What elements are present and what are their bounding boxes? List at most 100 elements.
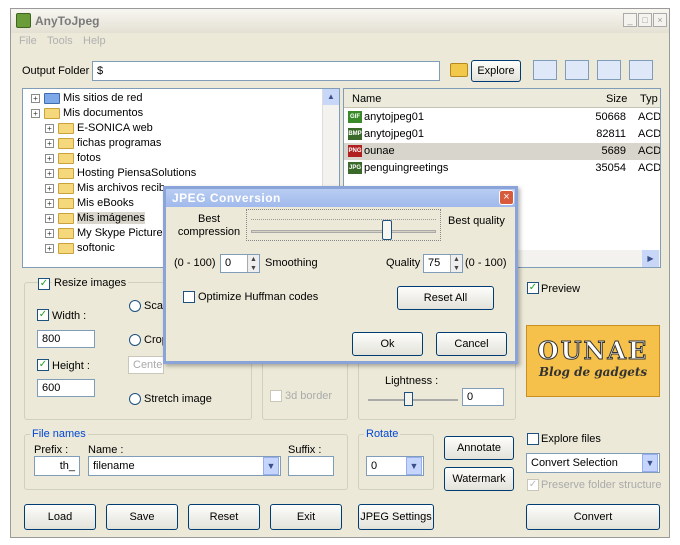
rotate-label: Rotate xyxy=(364,428,401,440)
width-checkbox[interactable]: ✓ xyxy=(37,309,49,321)
quality-slider[interactable] xyxy=(246,209,441,241)
expand-icon[interactable]: + xyxy=(45,168,54,178)
prefix-label: Prefix : xyxy=(34,444,69,456)
lightness-input[interactable]: 0 xyxy=(462,388,504,406)
expand-icon[interactable]: + xyxy=(45,153,54,163)
expand-icon[interactable]: + xyxy=(45,183,54,193)
quality-spinner-icon[interactable]: ▲ ▼ xyxy=(450,255,462,272)
output-folder-input[interactable]: $ xyxy=(92,61,440,81)
watermark-button[interactable]: Watermark xyxy=(444,467,514,491)
column-size[interactable]: Size xyxy=(606,93,627,105)
rotate-dropdown-icon[interactable]: ▼ xyxy=(406,457,422,475)
convert-selection-select[interactable]: Convert Selection ▼ xyxy=(526,453,660,473)
border-group xyxy=(262,358,348,420)
tree-item-label: Mis archivos recib xyxy=(77,182,166,194)
preview-checkbox[interactable]: ✓ xyxy=(527,282,539,294)
expand-icon[interactable]: + xyxy=(45,228,54,238)
suffix-input[interactable] xyxy=(288,456,334,476)
convert-selection-value: Convert Selection xyxy=(531,457,618,469)
column-name[interactable]: Name xyxy=(352,93,381,105)
ok-button[interactable]: Ok xyxy=(352,332,423,356)
tree-item[interactable]: + Mis sitios de red xyxy=(31,91,196,106)
explore-files-checkbox[interactable] xyxy=(527,433,539,445)
scale-radio[interactable] xyxy=(129,300,141,312)
tree-item[interactable]: + fichas programas xyxy=(31,136,196,151)
view-thumbnails-icon[interactable] xyxy=(629,60,653,80)
view-list-icon[interactable] xyxy=(597,60,621,80)
height-input[interactable]: 600 xyxy=(37,379,95,397)
file-row[interactable]: PNG ounae 5689 ACD xyxy=(344,143,660,160)
tree-item[interactable]: + Mis documentos xyxy=(31,106,196,121)
maximize-icon[interactable]: □ xyxy=(638,13,652,27)
scroll-up-icon[interactable]: ▲ xyxy=(323,89,339,105)
lightness-slider-thumb[interactable] xyxy=(404,392,413,406)
dialog-close-icon[interactable]: × xyxy=(499,190,514,205)
lightness-slider[interactable] xyxy=(368,392,458,408)
view-details-icon[interactable] xyxy=(565,60,589,80)
load-button[interactable]: Load xyxy=(24,504,96,530)
explore-button[interactable]: Explore xyxy=(471,60,521,82)
view-large-icons-icon[interactable] xyxy=(533,60,557,80)
expand-icon[interactable]: + xyxy=(31,93,40,103)
expand-icon[interactable]: + xyxy=(45,123,54,133)
menu-help[interactable]: Help xyxy=(83,35,106,47)
crop-radio[interactable] xyxy=(129,334,141,346)
convert-selection-dropdown-icon[interactable]: ▼ xyxy=(642,454,658,472)
tree-item-label: fichas programas xyxy=(77,137,162,149)
file-row[interactable]: JPG penguingreetings 35054 ACD xyxy=(344,160,660,177)
prefix-input[interactable]: th_ xyxy=(34,456,80,476)
width-input[interactable]: 800 xyxy=(37,330,95,348)
quality-input[interactable]: 75 ▲ ▼ xyxy=(423,254,463,273)
reset-all-button[interactable]: Reset All xyxy=(397,286,494,310)
folder-icon xyxy=(58,227,74,239)
jpeg-conversion-dialog: JPEG Conversion × Best compression Best … xyxy=(163,186,518,364)
tree-item[interactable]: + E-SONICA web xyxy=(31,121,196,136)
smoothing-input[interactable]: 0 ▲ ▼ xyxy=(220,254,260,273)
file-name: anytojpeg01 xyxy=(364,128,424,140)
expand-icon[interactable]: + xyxy=(45,138,54,148)
name-value: filename xyxy=(93,460,135,472)
exit-button[interactable]: Exit xyxy=(270,504,342,530)
crop-position-select[interactable]: Cente xyxy=(128,356,164,374)
scroll-right-icon[interactable]: ▶ xyxy=(642,250,659,267)
convert-button[interactable]: Convert xyxy=(526,504,660,530)
expand-icon[interactable]: + xyxy=(45,198,54,208)
annotate-button[interactable]: Annotate xyxy=(444,436,514,460)
cancel-button[interactable]: Cancel xyxy=(436,332,507,356)
output-folder-label: Output Folder xyxy=(22,65,90,77)
folder-open-icon[interactable] xyxy=(450,63,468,77)
menu-file[interactable]: File xyxy=(19,35,37,47)
quality-value: 75 xyxy=(428,257,441,269)
tree-item[interactable]: + Hosting PiensaSolutions xyxy=(31,166,196,181)
height-checkbox[interactable]: ✓ xyxy=(37,359,49,371)
optimize-huffman-checkbox[interactable] xyxy=(183,291,195,303)
explore-files-label: Explore files xyxy=(541,433,601,445)
save-button[interactable]: Save xyxy=(106,504,178,530)
resize-checkbox[interactable]: ✓ xyxy=(38,278,50,290)
reset-button[interactable]: Reset xyxy=(188,504,260,530)
stretch-radio[interactable] xyxy=(129,393,141,405)
file-row[interactable]: GIF anytojpeg01 50668 ACD xyxy=(344,109,660,126)
menu-tools[interactable]: Tools xyxy=(47,35,73,47)
name-dropdown-icon[interactable]: ▼ xyxy=(263,457,279,475)
tree-item[interactable]: + fotos xyxy=(31,151,196,166)
expand-icon[interactable]: + xyxy=(45,243,54,253)
close-icon[interactable]: × xyxy=(653,13,667,27)
preview-logo-text: OUNAE xyxy=(537,336,649,366)
minimize-icon[interactable]: _ xyxy=(623,13,637,27)
expand-icon[interactable]: + xyxy=(45,213,54,223)
3d-border-checkbox[interactable] xyxy=(270,390,282,402)
smoothing-spinner-icon[interactable]: ▲ ▼ xyxy=(247,255,259,272)
column-type[interactable]: Typ xyxy=(640,93,658,105)
name-label: Name : xyxy=(88,444,124,456)
preserve-folder-label: Preserve folder structure xyxy=(541,479,662,491)
file-row[interactable]: BMP anytojpeg01 82811 ACD xyxy=(344,126,660,143)
optimize-huffman-label: Optimize Huffman codes xyxy=(198,291,319,303)
preserve-folder-checkbox[interactable]: ✓ xyxy=(527,479,539,491)
expand-icon[interactable]: + xyxy=(31,108,40,118)
quality-slider-thumb[interactable] xyxy=(382,220,393,240)
jpeg-settings-button[interactable]: JPEG Settings xyxy=(358,504,434,530)
name-select[interactable]: filename ▼ xyxy=(88,456,281,476)
tree-item-label: softonic xyxy=(77,242,115,254)
rotate-select[interactable]: 0 ▼ xyxy=(366,456,424,476)
